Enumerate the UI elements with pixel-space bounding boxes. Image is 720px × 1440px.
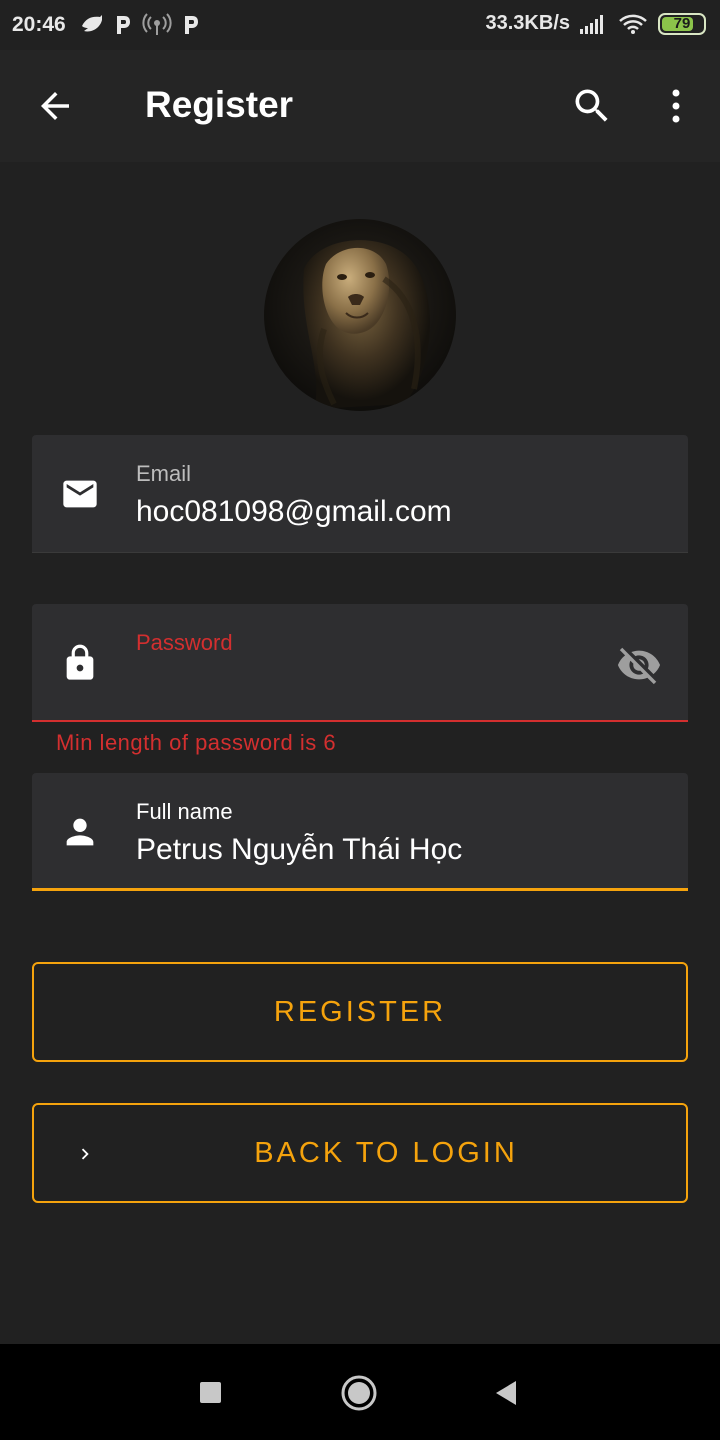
wifi-icon (619, 14, 647, 34)
email-underline (32, 552, 688, 553)
status-notification-icons (80, 12, 200, 38)
email-label: Email (136, 461, 192, 486)
more-vert-icon[interactable] (664, 84, 688, 128)
signal-icon (580, 14, 603, 34)
system-nav-bar (0, 1344, 720, 1440)
network-speed: 33.3KB/s (485, 12, 571, 34)
bird-icon (82, 15, 102, 32)
person-icon (66, 818, 94, 846)
arrow-back-icon[interactable] (34, 85, 76, 127)
register-button[interactable]: REGISTER (32, 962, 688, 1062)
register-button-label: REGISTER (273, 995, 447, 1028)
p-icon (117, 16, 130, 34)
page-title: Register (145, 84, 294, 125)
app-bar: Register (0, 50, 720, 162)
full-name-input[interactable]: Petrus Nguyễn Thái Học (136, 833, 462, 867)
status-bar: 20:46 33.3KB/s 79 (0, 0, 720, 50)
password-label: Password (136, 630, 233, 655)
full-name-label: Full name (136, 799, 233, 824)
status-time: 20:46 (12, 13, 66, 36)
password-field[interactable]: Password (32, 604, 688, 722)
full-name-underline (32, 888, 688, 891)
hotspot-icon (142, 13, 172, 35)
battery-level: 79 (673, 15, 691, 32)
back-to-login-label: BACK TO LOGIN (254, 1136, 518, 1169)
status-right: 33.3KB/s 79 (485, 12, 706, 35)
p-icon (185, 16, 198, 34)
mail-icon (63, 480, 97, 508)
search-icon[interactable] (570, 84, 614, 128)
back-to-login-button[interactable]: BACK TO LOGIN (32, 1103, 688, 1203)
chevron-right-icon (81, 1148, 89, 1160)
visibility-off-icon[interactable] (616, 642, 662, 688)
lock-icon (66, 644, 94, 680)
email-input[interactable]: hoc081098@gmail.com (136, 495, 452, 529)
battery-indicator: 79 (658, 12, 706, 35)
full-name-field[interactable]: Full name Petrus Nguyễn Thái Học (32, 773, 688, 891)
password-error: Min length of password is 6 (56, 730, 337, 755)
recents-icon[interactable] (200, 1382, 221, 1403)
lion-avatar[interactable] (264, 219, 456, 411)
nav-back-icon[interactable] (494, 1379, 518, 1407)
password-underline (32, 720, 688, 722)
home-icon[interactable] (341, 1375, 377, 1411)
email-field[interactable]: Email hoc081098@gmail.com (32, 435, 688, 553)
